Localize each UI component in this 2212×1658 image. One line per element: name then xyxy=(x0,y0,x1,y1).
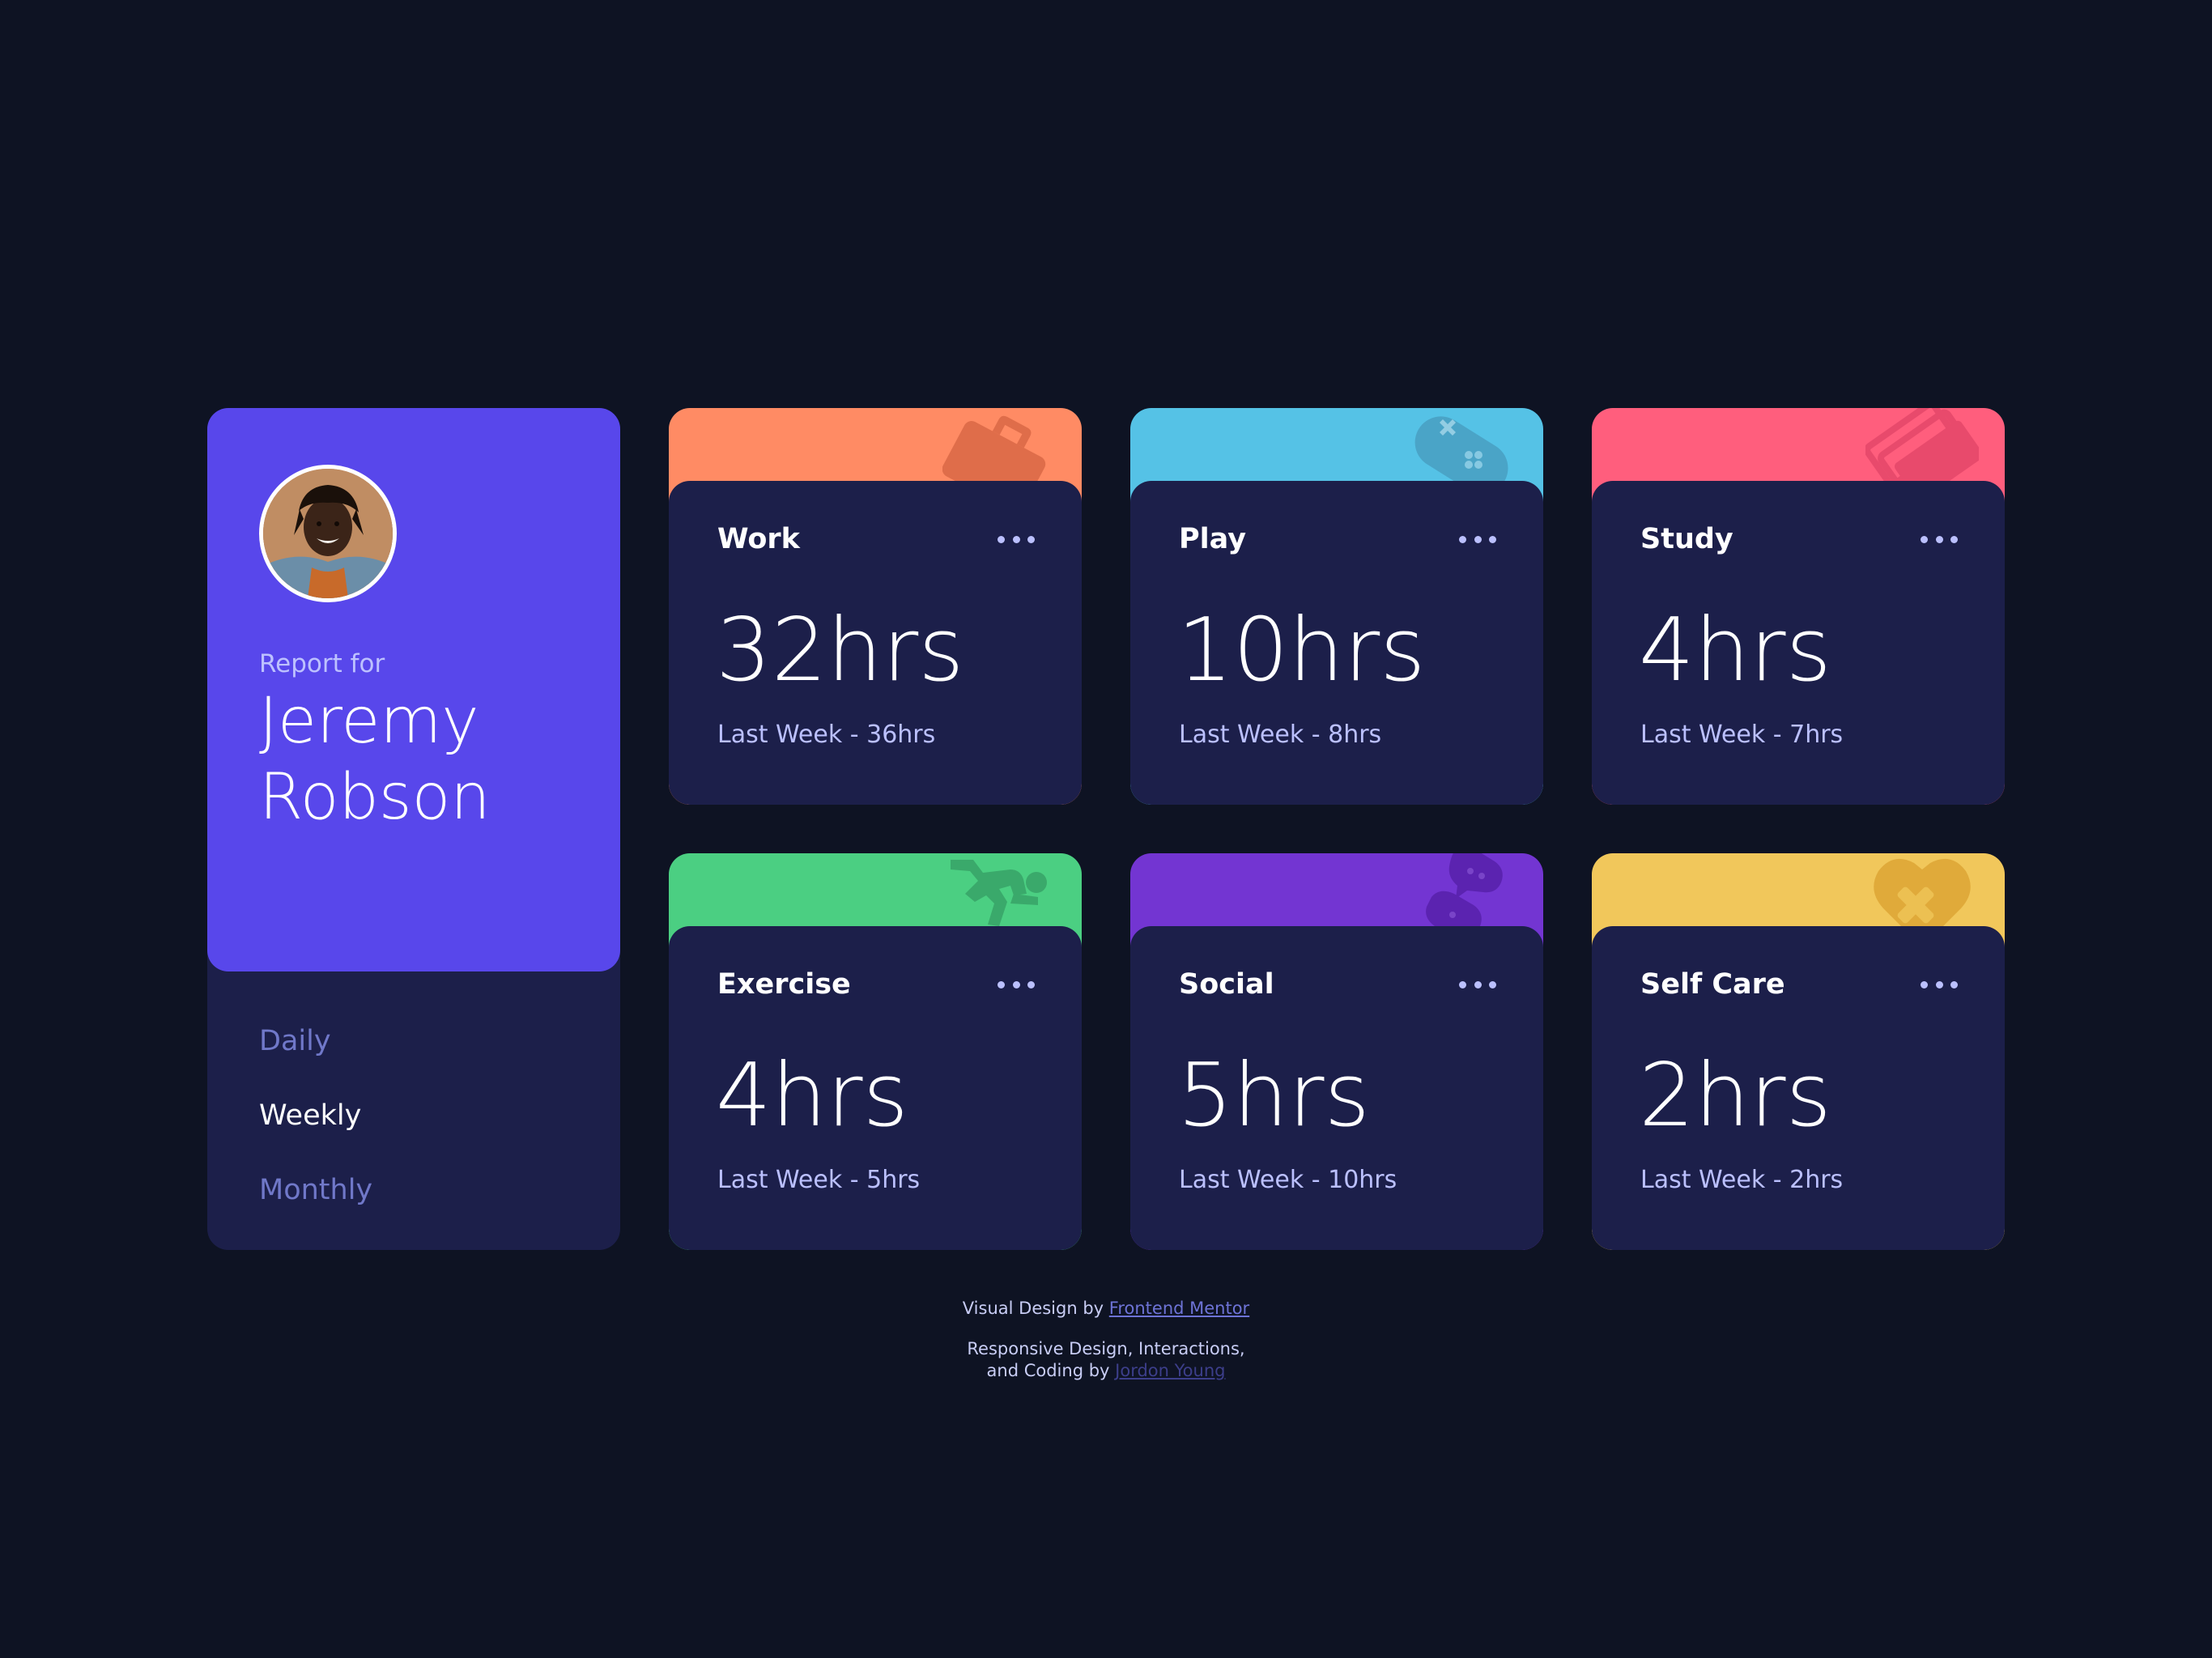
activity-card-self-care: Self Care 2hrs Last Week - 2hrs xyxy=(1592,853,2005,1250)
attribution-line-coding: Responsive Design, Interactions, and Cod… xyxy=(0,1338,2212,1382)
author-link[interactable]: Jordon Young xyxy=(1115,1361,1225,1380)
activity-current-hours: 4hrs xyxy=(716,1045,908,1146)
attribution-coding-label-1: Responsive Design, Interactions, xyxy=(967,1339,1245,1358)
profile-card: Report for Jeremy Robson Daily Weekly Mo… xyxy=(207,408,620,1250)
activity-card-social: Social 5hrs Last Week - 10hrs xyxy=(1130,853,1543,1250)
ellipsis-icon[interactable] xyxy=(998,531,1035,547)
avatar-image xyxy=(263,469,393,598)
ellipsis-icon[interactable] xyxy=(998,976,1035,993)
activity-previous-hours: Last Week - 2hrs xyxy=(1640,1166,1844,1194)
timeframe-nav: Daily Weekly Monthly xyxy=(259,1004,372,1227)
activity-title: Study xyxy=(1640,523,1733,555)
activity-current-hours: 5hrs xyxy=(1177,1045,1370,1146)
activity-current-hours: 10hrs xyxy=(1177,600,1426,701)
activity-card-study: Study 4hrs Last Week - 7hrs xyxy=(1592,408,2005,805)
activity-previous-hours: Last Week - 8hrs xyxy=(1179,721,1382,749)
activity-previous-hours: Last Week - 7hrs xyxy=(1640,721,1844,749)
attribution-line-design: Visual Design by Frontend Mentor xyxy=(0,1298,2212,1320)
ellipsis-icon[interactable] xyxy=(1921,531,1958,547)
activity-card-body: Exercise 4hrs Last Week - 5hrs xyxy=(669,926,1082,1250)
activity-title: Self Care xyxy=(1640,968,1785,1001)
timeframe-weekly[interactable]: Weekly xyxy=(259,1078,372,1153)
activity-card-body: Social 5hrs Last Week - 10hrs xyxy=(1130,926,1543,1250)
activity-title: Exercise xyxy=(717,968,851,1001)
activity-card-play: Play 10hrs Last Week - 8hrs xyxy=(1130,408,1543,805)
activity-title: Play xyxy=(1179,523,1247,555)
activity-card-body: Work 32hrs Last Week - 36hrs xyxy=(669,481,1082,805)
frontend-mentor-link[interactable]: Frontend Mentor xyxy=(1109,1299,1249,1318)
activity-previous-hours: Last Week - 5hrs xyxy=(717,1166,921,1194)
activity-title: Work xyxy=(717,523,800,555)
activity-previous-hours: Last Week - 10hrs xyxy=(1179,1166,1397,1194)
activity-card-work: Work 32hrs Last Week - 36hrs xyxy=(669,408,1082,805)
ellipsis-icon[interactable] xyxy=(1459,976,1496,993)
report-for-label: Report for xyxy=(259,649,385,678)
attribution-design-label: Visual Design by xyxy=(962,1299,1104,1318)
activity-current-hours: 32hrs xyxy=(716,600,964,701)
activity-title: Social xyxy=(1179,968,1274,1001)
attribution-coding-label-2: and Coding by xyxy=(986,1361,1110,1380)
timeframe-monthly[interactable]: Monthly xyxy=(259,1153,372,1227)
activity-card-body: Study 4hrs Last Week - 7hrs xyxy=(1592,481,2005,805)
activity-card-body: Self Care 2hrs Last Week - 2hrs xyxy=(1592,926,2005,1250)
timeframe-daily[interactable]: Daily xyxy=(259,1004,372,1078)
activity-previous-hours: Last Week - 36hrs xyxy=(717,721,936,749)
ellipsis-icon[interactable] xyxy=(1459,531,1496,547)
activity-card-exercise: Exercise 4hrs Last Week - 5hrs xyxy=(669,853,1082,1250)
activity-current-hours: 2hrs xyxy=(1639,1045,1831,1146)
profile-header: Report for Jeremy Robson xyxy=(207,408,620,971)
ellipsis-icon[interactable] xyxy=(1921,976,1958,993)
user-name: Jeremy Robson xyxy=(259,685,491,834)
activity-current-hours: 4hrs xyxy=(1639,600,1831,701)
time-tracking-dashboard: Report for Jeremy Robson Daily Weekly Mo… xyxy=(207,408,2005,1250)
activity-card-body: Play 10hrs Last Week - 8hrs xyxy=(1130,481,1543,805)
avatar xyxy=(259,465,397,602)
